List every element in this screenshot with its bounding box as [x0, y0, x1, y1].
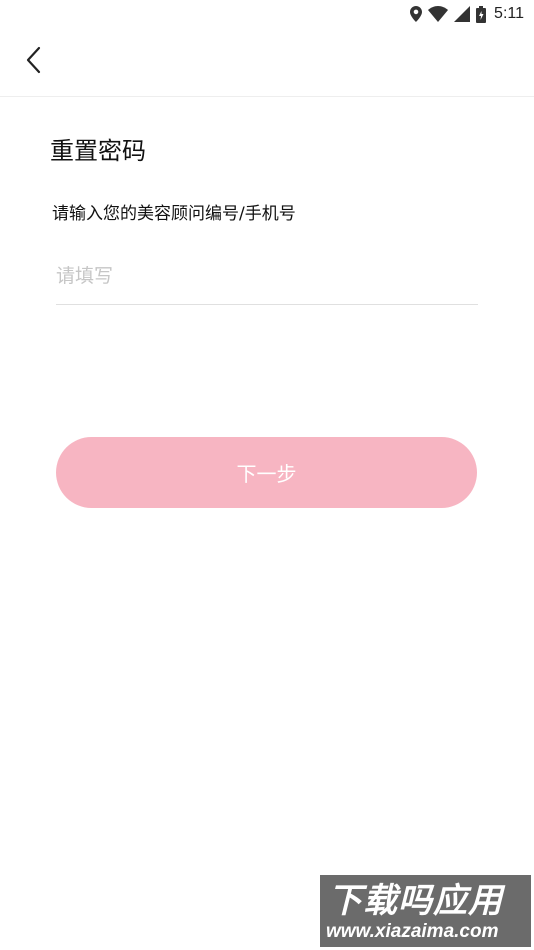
account-input[interactable] [56, 254, 478, 298]
watermark-title: 下载吗应用 [328, 882, 503, 920]
back-arrow-icon [26, 46, 42, 78]
watermark-url: www.xiazaima.com [326, 921, 499, 942]
signal-icon [454, 6, 476, 22]
app-bar [0, 30, 534, 97]
status-time: 5:11 [494, 5, 524, 22]
page-title: 重置密码 [50, 137, 146, 165]
status-bar: 5:11 [0, 0, 534, 30]
field-label: 请输入您的美容顾问编号/手机号 [52, 204, 296, 224]
watermark-logo: 下载吗应用 www.xiazaima.com [320, 875, 531, 947]
next-button[interactable]: 下一步 [56, 437, 477, 508]
location-icon [410, 6, 428, 22]
wifi-icon [428, 6, 454, 22]
account-input-wrapper [56, 254, 478, 305]
battery-icon [476, 5, 492, 23]
back-button[interactable] [14, 42, 54, 82]
status-icons: 5:11 [410, 4, 524, 24]
